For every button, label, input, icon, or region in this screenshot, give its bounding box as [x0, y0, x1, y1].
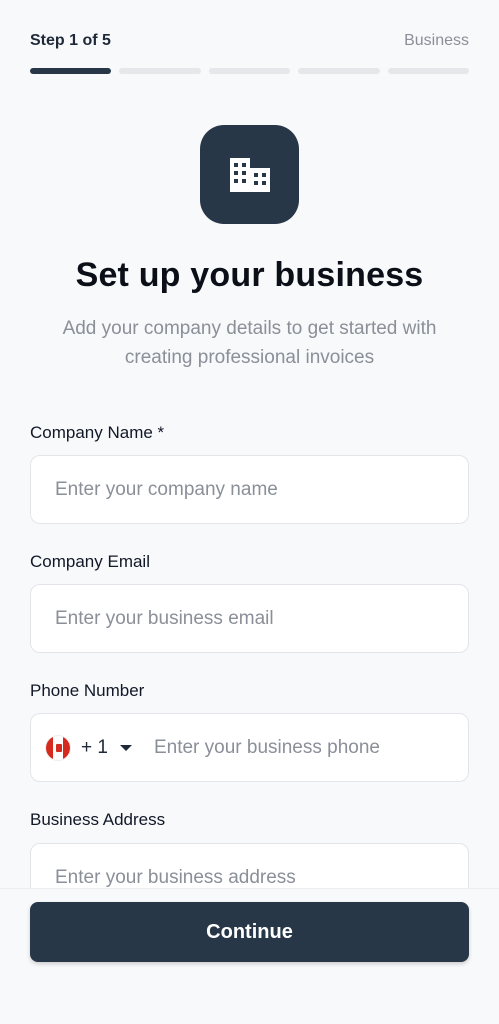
building-icon	[229, 157, 270, 192]
building-icon-container	[200, 125, 299, 224]
page-subtitle: Add your company details to get started …	[62, 318, 437, 368]
company-email-input[interactable]: Enter your business email	[30, 584, 469, 653]
progress-segment-3	[208, 68, 291, 74]
page-title: Set up your business	[75, 256, 424, 294]
company-name-input[interactable]: Enter your company name	[30, 455, 469, 524]
progress-segment-5	[387, 68, 470, 74]
progress-segment-2	[119, 68, 201, 74]
continue-button[interactable]: Continue	[30, 902, 469, 962]
phone-number-field: + 1 Enter your business phone	[30, 713, 469, 782]
progress-segment-4	[298, 68, 380, 74]
company-name-placeholder: Enter your company name	[55, 478, 278, 500]
company-email-label: Company Email	[30, 552, 150, 571]
step-header: Step 1 of 5 Business	[30, 32, 469, 50]
business-address-label: Business Address	[30, 810, 166, 829]
phone-number-input[interactable]: Enter your business phone	[154, 737, 380, 759]
country-code-selector[interactable]: + 1	[45, 734, 132, 761]
step-name: Business	[404, 32, 469, 49]
progress-segment-1	[30, 68, 112, 74]
step-counter: Step 1 of 5	[30, 32, 111, 49]
phone-number-label: Phone Number	[30, 681, 145, 700]
company-email-placeholder: Enter your business email	[55, 607, 274, 629]
country-code: + 1	[81, 736, 108, 758]
progress-bar	[30, 68, 470, 74]
chevron-down-icon	[119, 744, 132, 751]
setup-business-screen: Step 1 of 5 Business Set up your busines…	[0, 0, 499, 1024]
business-address-placeholder: Enter your business address	[55, 866, 296, 888]
canada-flag-icon	[45, 734, 71, 761]
company-name-label: Company Name *	[30, 423, 165, 442]
